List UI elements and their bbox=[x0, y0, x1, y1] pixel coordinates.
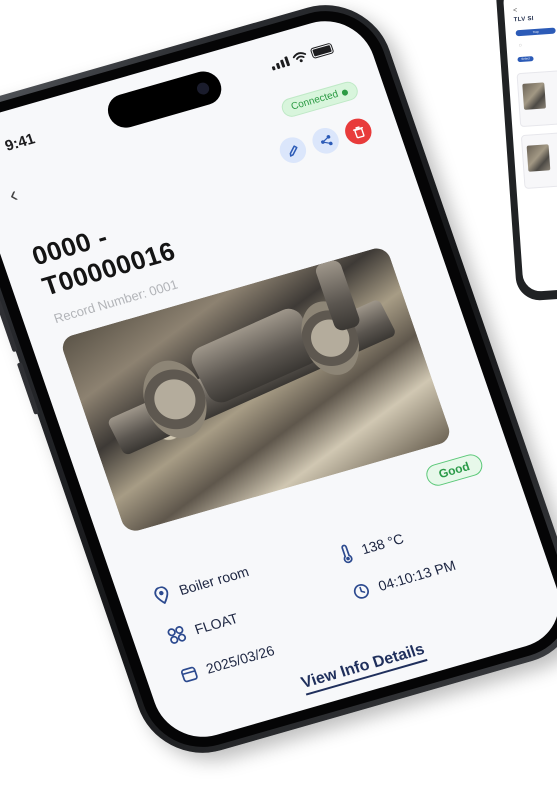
clock-icon bbox=[353, 584, 369, 599]
background-back-icon: < bbox=[512, 7, 518, 15]
background-chip-label: Select bbox=[521, 56, 530, 61]
time-value: 04:10:13 PM bbox=[376, 556, 458, 594]
edit-button[interactable] bbox=[276, 134, 310, 167]
back-button[interactable]: ‹ bbox=[6, 182, 22, 209]
location-row: Boiler room bbox=[152, 562, 252, 606]
calendar-icon bbox=[180, 666, 198, 683]
background-list-card bbox=[516, 67, 557, 128]
date-value: 2025/03/26 bbox=[203, 642, 277, 677]
background-phone: < TLV SI Trap ○ Select bbox=[494, 0, 557, 302]
pencil-icon bbox=[288, 145, 297, 157]
share-icon bbox=[320, 134, 332, 145]
background-tab-label: Trap bbox=[532, 29, 539, 35]
temperature-row: 138 °C bbox=[337, 528, 406, 565]
float-trap-icon bbox=[167, 626, 187, 644]
background-card-thumbnail bbox=[526, 144, 551, 172]
wifi-icon bbox=[292, 52, 307, 63]
background-app-title: TLV SI bbox=[513, 15, 534, 24]
temperature-value: 138 °C bbox=[359, 530, 406, 558]
background-list-card bbox=[520, 129, 557, 190]
camera-dot bbox=[195, 81, 211, 96]
phone-device: 9:41 ‹ Connected 0000 - T00000016 Record… bbox=[0, 0, 557, 768]
dynamic-island bbox=[103, 67, 226, 132]
share-button[interactable] bbox=[308, 124, 343, 157]
trash-icon bbox=[352, 126, 364, 139]
status-icons bbox=[269, 42, 335, 71]
trap-type-value: FLOAT bbox=[192, 609, 241, 638]
background-tab: Trap bbox=[515, 27, 556, 37]
delete-button[interactable] bbox=[341, 115, 376, 148]
location-value: Boiler room bbox=[176, 563, 251, 599]
condition-badge: Good bbox=[423, 451, 486, 489]
steam-trap-photo[interactable] bbox=[59, 245, 454, 534]
background-search-icon: ○ bbox=[518, 42, 523, 50]
connection-dot-icon bbox=[340, 88, 349, 96]
background-card-thumbnail bbox=[522, 82, 547, 110]
trap-type-row: FLOAT bbox=[165, 609, 240, 646]
signal-icon bbox=[270, 56, 291, 71]
app-screen: 9:41 ‹ Connected 0000 - T00000016 Record… bbox=[0, 9, 557, 749]
location-pin-icon bbox=[154, 586, 169, 605]
time-row: 04:10:13 PM bbox=[351, 557, 458, 601]
record-actions bbox=[276, 115, 376, 167]
date-row: 2025/03/26 bbox=[179, 642, 277, 684]
battery-icon bbox=[309, 42, 335, 60]
status-time: 9:41 bbox=[2, 130, 38, 155]
connection-status-badge: Connected bbox=[278, 79, 361, 120]
background-chip: Select bbox=[517, 56, 534, 63]
thermometer-icon bbox=[341, 544, 353, 564]
background-phone-screen: < TLV SI Trap ○ Select bbox=[502, 0, 557, 293]
connection-status-label: Connected bbox=[289, 88, 340, 113]
